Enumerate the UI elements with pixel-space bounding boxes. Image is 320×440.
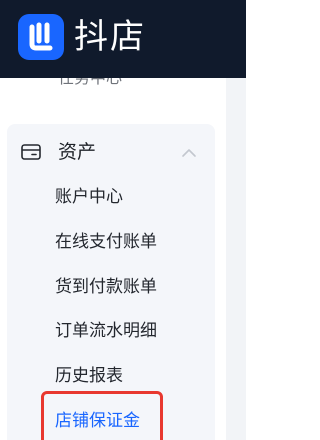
highlight-box	[41, 391, 163, 440]
sidebar-group-assets: 资产 账户中心 在线支付账单 货到付款账单 订单流水明细 历史报表 店铺保证金	[7, 124, 215, 440]
brand-name[interactable]: 抖店	[74, 12, 146, 62]
sidebar-item-online-payment-bill[interactable]: 在线支付账单	[55, 229, 157, 255]
sidebar-item-cod-bill[interactable]: 货到付款账单	[55, 274, 157, 300]
sidebar-item-order-flow-detail[interactable]: 订单流水明细	[55, 318, 157, 344]
sidebar-item-account-center[interactable]: 账户中心	[55, 184, 123, 210]
chevron-up-icon[interactable]	[181, 144, 197, 157]
sidebar-item-history-report[interactable]: 历史报表	[55, 363, 123, 389]
wallet-icon	[21, 144, 41, 160]
sidebar-group-title[interactable]: 资产	[58, 140, 96, 164]
sidebar-item-task-center[interactable]: 任务中心	[58, 78, 122, 88]
sidebar-menu[interactable]: 任务中心 资产 账户中心 在线支付账单 货到付款账单 订单流水明细 历史报表 店…	[0, 78, 246, 440]
doudian-logo-icon[interactable]	[18, 14, 64, 60]
app-header: 抖店	[0, 0, 246, 78]
content-edge	[226, 78, 246, 440]
